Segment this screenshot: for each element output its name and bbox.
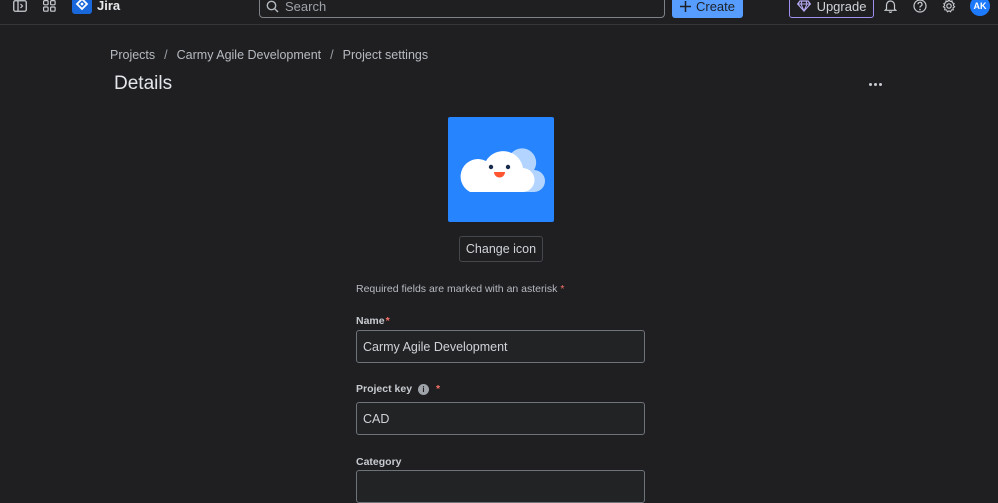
breadcrumb-separator: / <box>330 48 334 62</box>
project-key-label-text: Project key <box>356 383 413 395</box>
page-title: Details <box>114 73 173 94</box>
plus-icon <box>679 0 691 12</box>
upgrade-button-label: Upgrade <box>816 0 867 14</box>
project-avatar <box>448 117 554 222</box>
create-button[interactable]: Create <box>672 0 743 18</box>
sidebar-toggle-icon[interactable] <box>12 0 28 12</box>
info-icon[interactable]: i <box>418 383 430 395</box>
breadcrumb-projects[interactable]: Projects <box>110 48 155 62</box>
search-input[interactable] <box>285 0 645 14</box>
breadcrumb: Projects / Carmy Agile Development / Pro… <box>110 48 428 62</box>
project-key-field[interactable] <box>356 402 645 435</box>
cloud-icon <box>460 148 545 193</box>
required-fields-note: Required fields are marked with an aster… <box>356 283 564 295</box>
required-asterisk: * <box>560 283 565 295</box>
help-icon[interactable] <box>912 0 928 13</box>
jira-logo-icon[interactable] <box>72 0 92 14</box>
category-select[interactable] <box>356 470 645 503</box>
project-key-label: Project key i * <box>356 383 440 395</box>
name-field[interactable] <box>356 330 645 363</box>
upgrade-button[interactable]: Upgrade <box>789 0 874 18</box>
more-icon[interactable] <box>864 76 886 92</box>
search-bar[interactable] <box>259 0 665 18</box>
breadcrumb-separator: / <box>164 48 168 62</box>
required-note-text: Required fields are marked with an aster… <box>356 283 558 295</box>
gem-icon <box>796 0 811 12</box>
brand-name[interactable]: Jira <box>97 0 120 13</box>
breadcrumb-project-settings[interactable]: Project settings <box>343 48 428 62</box>
avatar[interactable]: AK <box>970 0 990 16</box>
create-button-label: Create <box>695 0 736 14</box>
bell-icon[interactable] <box>882 0 898 13</box>
name-label-text: Name <box>356 315 385 327</box>
search-icon <box>266 0 279 12</box>
app-switcher-icon[interactable] <box>42 0 56 12</box>
required-asterisk: * <box>385 315 390 327</box>
category-label: Category <box>356 456 402 468</box>
change-icon-button[interactable]: Change icon <box>459 236 543 262</box>
breadcrumb-project-name[interactable]: Carmy Agile Development <box>177 48 322 62</box>
category-label-text: Category <box>356 456 402 468</box>
gear-icon[interactable] <box>941 0 957 13</box>
required-asterisk: * <box>436 383 441 395</box>
name-label: Name * <box>356 315 390 327</box>
top-navigation-bar: Jira Create Upgrade AK <box>0 0 998 25</box>
